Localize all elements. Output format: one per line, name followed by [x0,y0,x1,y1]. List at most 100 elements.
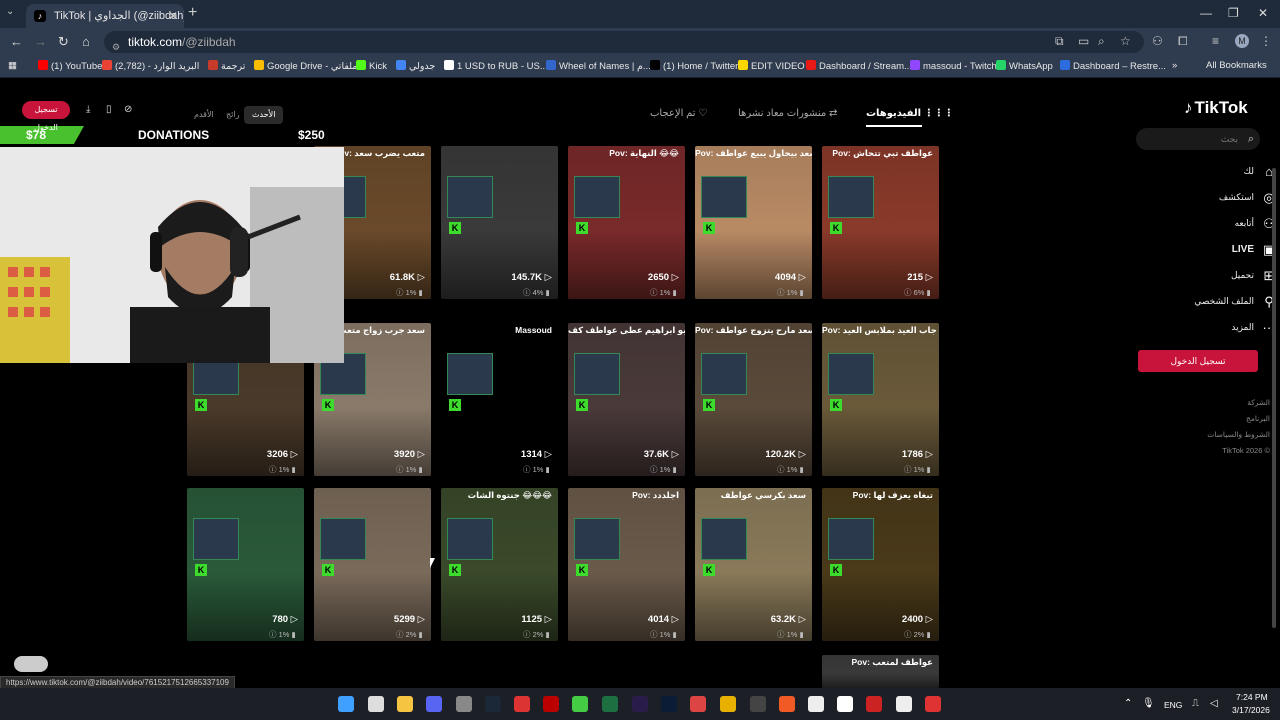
red-circle-icon[interactable] [866,696,882,712]
bookmark-item[interactable]: massoud - Twitch [910,60,997,72]
sidebar-item[interactable]: الملف الشخصي ⚲ [1194,294,1273,309]
explore-icon[interactable]: ⊘ [124,104,132,115]
media-icon[interactable]: ≡ [1212,34,1219,48]
footer-link[interactable]: الشركة [1247,398,1270,407]
tab-search-icon[interactable]: ⌄ [6,6,20,20]
sort-oldest[interactable]: الأقدم [186,106,222,124]
search-icon[interactable] [368,696,384,712]
bookmark-item[interactable]: Google Drive - ملفاتي [254,60,357,72]
bookmark-item[interactable]: Dashboard – Restre... [1060,60,1166,72]
menu-icon[interactable]: ⋮ [1260,34,1272,48]
bookmarks-overflow-icon[interactable]: » [1172,60,1177,71]
video-card[interactable]: Pov: النهاية 😂😂 K 2650 ▷ [568,146,685,299]
capcut-icon[interactable] [837,696,853,712]
bookmark-item[interactable]: Dashboard / Stream... [806,60,912,72]
forward-icon[interactable]: → [34,34,47,49]
profile-avatar[interactable]: M [1235,34,1249,48]
video-card[interactable]: K 780 ▷ [187,488,304,641]
premiere-icon[interactable] [632,696,648,712]
sidebar-item[interactable]: أتابعه ⚇ [1235,216,1275,231]
ide-icon[interactable] [690,696,706,712]
download-icon[interactable]: ⤓ [86,104,90,115]
search-icon[interactable]: ⌕ [1248,128,1254,150]
site-info-icon[interactable]: ⚙ [112,36,124,52]
video-card[interactable]: Pov: عواطف تبي تتحاش K 215 ▷ [822,146,939,299]
home-icon[interactable]: ⌂ [82,34,90,49]
steam-icon[interactable] [485,696,501,712]
windows-start-icon[interactable] [338,696,354,712]
sidebar-login-button[interactable]: تسجيل الدخول [1138,350,1258,372]
mic-icon[interactable]: 🎙 [1142,698,1155,709]
zoom-icon[interactable]: ⌕ [1098,34,1105,49]
video-card[interactable]: Pov: عواطف لمتعب [822,655,939,688]
video-card[interactable]: Pov: سعد بيحاول يبيع عواطف K 4094 ▷ [695,146,812,299]
bookmark-item[interactable]: البريد الوارد - (2,782) [102,60,199,72]
tab-reposts[interactable]: منشورات معاد نشرها ⇄ [738,108,837,119]
extension-icon[interactable]: ⚇ [1152,34,1163,48]
sidebar-item[interactable]: LIVE ▣ [1232,242,1275,257]
language-indicator[interactable]: ENG [1164,700,1182,710]
bookmark-item[interactable]: Wheel of Names | م... [546,60,651,72]
minimize-icon[interactable]: — [1200,6,1212,20]
obs-icon[interactable] [750,696,766,712]
close-window-icon[interactable]: ✕ [1258,6,1268,20]
video-card[interactable]: سعد بكرسي عواطف K 63.2K ▷ [695,488,812,641]
footer-link[interactable]: TikTok 2026 © [1222,446,1270,455]
app-icon[interactable] [808,696,824,712]
back-icon[interactable]: ← [10,34,23,49]
photoshop-icon[interactable] [661,696,677,712]
green-app-icon[interactable] [572,696,588,712]
excel-icon[interactable] [602,696,618,712]
new-tab-icon[interactable]: + [188,4,197,22]
video-card[interactable]: Massoud K 1314 ▷ [441,323,558,476]
footer-link[interactable]: البرنامج [1246,414,1270,423]
video-card[interactable]: Pov: تبغاه يعزف لها K 2400 ▷ [822,488,939,641]
brave-icon[interactable] [779,696,795,712]
tab-videos[interactable]: الفيديوهات ⋮⋮⋮ [866,108,954,119]
translate-icon[interactable]: ⧉ [1055,34,1064,49]
sort-popular[interactable]: رائج [218,106,247,124]
bookmark-item[interactable]: ترجمة [208,60,245,72]
discord-icon[interactable] [426,696,442,712]
video-card[interactable]: K 5299 ▷ [314,488,431,641]
tab-active[interactable]: ♪ TikTok | الجداوي (@ziibdah) ✕ [26,4,184,28]
video-card[interactable]: ابو ابراهيم عطى عواطف كف K 37.6K ▷ [568,323,685,476]
sidebar-item[interactable]: تحميل ⊞ [1231,268,1275,283]
bookmark-item[interactable]: (1) Home / Twitter [650,60,738,72]
overlay-toggle[interactable] [14,656,48,672]
sidebar-item[interactable]: لك ⌂ [1244,164,1273,179]
red-app-icon[interactable] [543,696,559,712]
maximize-icon[interactable]: ❐ [1228,6,1239,20]
bookmark-star-icon[interactable]: ☆ [1120,34,1131,48]
volume-icon[interactable]: ◁ [1210,698,1218,709]
red-tile-icon[interactable] [925,696,941,712]
network-icon[interactable]: ⎍ [1192,698,1199,709]
reload-icon[interactable]: ↻ [58,34,69,50]
clock-time[interactable]: 7:24 PM [1236,692,1268,702]
top-login-button[interactable]: تسجيل الدخول [22,101,70,132]
video-card[interactable]: Pov: اجلددد K 4014 ▷ [568,488,685,641]
all-bookmarks[interactable]: All Bookmarks [1206,60,1267,71]
bookmark-item[interactable]: 1 USD to RUB - US... [444,60,548,72]
chrome-icon[interactable] [720,696,736,712]
chevron-up-icon[interactable]: ⌃ [1124,698,1132,709]
puzzle-icon[interactable]: ⧠ [1178,34,1188,49]
install-icon[interactable]: ▭ [1078,34,1089,48]
tiktok-logo[interactable]: ♪ TikTok [1184,98,1248,118]
file-explorer-icon[interactable] [397,696,413,712]
page-scrollbar[interactable] [1272,168,1276,628]
media-player-icon[interactable] [456,696,472,712]
device-icon[interactable]: ▯ [106,104,112,115]
bookmark-item[interactable]: (1) YouTube [38,60,102,72]
clock-date[interactable]: 3/17/2026 [1232,705,1270,715]
tab-liked[interactable]: تم الإعجاب ♡ [650,108,707,119]
app-eu-icon[interactable] [514,696,530,712]
apps-icon[interactable]: ▦ [8,60,17,71]
footer-link[interactable]: الشروط والسياسات [1207,430,1270,439]
url-input[interactable]: ⚙ tiktok.com/@ziibdah [104,31,1144,53]
video-card[interactable]: جنتوه الشات 😂😂😂 K 1125 ▷ [441,488,558,641]
video-card[interactable]: K 145.7K ▷ [441,146,558,299]
sort-latest[interactable]: الأحدث [244,106,284,124]
video-card[interactable]: Pov: سعد مارح يتزوج عواطف K 120.2K ▷ [695,323,812,476]
bookmark-item[interactable]: جدولي [396,60,435,72]
